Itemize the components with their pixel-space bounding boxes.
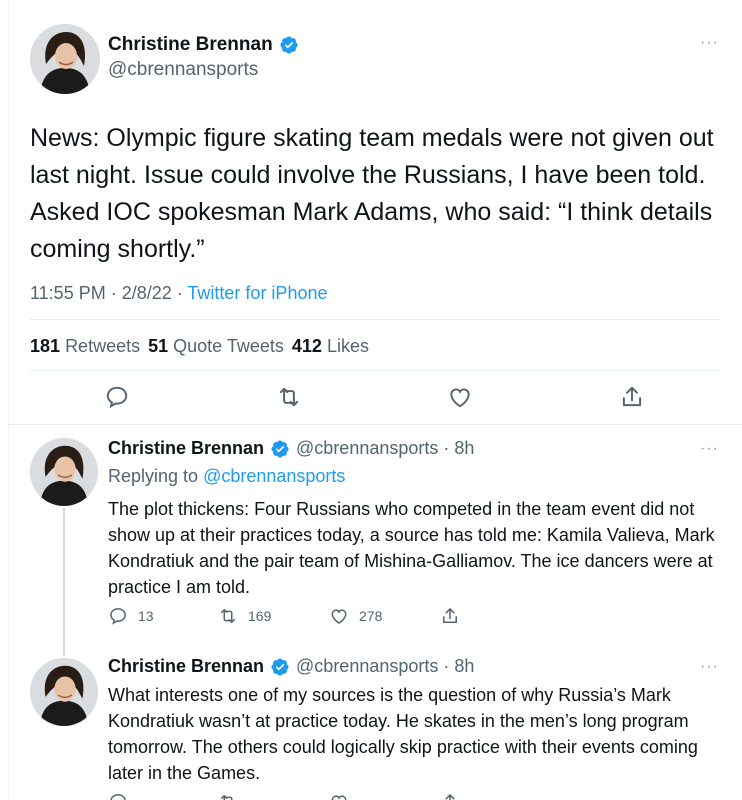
divider — [30, 370, 720, 371]
author-name[interactable]: Christine Brennan — [108, 656, 264, 677]
divider — [8, 424, 742, 425]
more-icon[interactable]: ··· — [700, 440, 719, 458]
thread-line — [63, 508, 65, 656]
tweet-stats: 181 Retweets 51 Quote Tweets 412 Likes — [30, 336, 369, 357]
retweet-icon[interactable] — [276, 384, 302, 410]
like-icon[interactable] — [329, 606, 349, 626]
retweet-icon[interactable] — [218, 606, 238, 626]
share-icon[interactable] — [619, 384, 645, 410]
tweet-text: What interests one of my sources is the … — [108, 685, 698, 783]
verified-badge-icon — [270, 439, 290, 459]
tweet-actions — [0, 384, 742, 414]
reply-action[interactable]: 13 — [108, 606, 154, 626]
quote-tweets-stat[interactable]: 51 Quote Tweets — [148, 336, 284, 357]
like-action[interactable]: 278 — [329, 606, 382, 626]
reply-icon[interactable] — [108, 792, 128, 800]
reply-count: 13 — [138, 608, 154, 624]
avatar[interactable] — [30, 658, 98, 726]
like-icon[interactable] — [447, 384, 473, 410]
reply-icon[interactable] — [104, 384, 130, 410]
retweet-icon[interactable] — [218, 792, 238, 800]
verified-badge-icon — [270, 657, 290, 677]
like-action[interactable] — [329, 792, 349, 800]
share-action[interactable] — [440, 606, 460, 626]
divider — [30, 319, 720, 320]
retweet-action[interactable] — [218, 792, 238, 800]
share-icon[interactable] — [440, 792, 460, 800]
like-count: 278 — [359, 608, 383, 624]
replying-to-link[interactable]: @cbrennansports — [203, 466, 345, 486]
share-action[interactable] — [440, 792, 460, 800]
replying-to: Replying to @cbrennansports — [108, 466, 346, 486]
reply-action[interactable] — [108, 792, 128, 800]
retweets-stat[interactable]: 181 Retweets — [30, 336, 140, 357]
author-handle-time[interactable]: @cbrennansports · 8h — [296, 438, 474, 459]
tweet-text: The plot thickens: Four Russians who com… — [108, 499, 715, 597]
likes-stat[interactable]: 412 Likes — [292, 336, 369, 357]
author-handle-time[interactable]: @cbrennansports · 8h — [296, 656, 474, 677]
like-icon[interactable] — [329, 792, 349, 800]
tweet-text: News: Olympic figure skating team medals… — [30, 124, 714, 263]
author-name[interactable]: Christine Brennan — [108, 438, 264, 459]
retweet-count: 169 — [248, 608, 272, 624]
retweet-action[interactable]: 169 — [218, 606, 271, 626]
more-icon[interactable]: ··· — [700, 34, 719, 52]
reply-icon[interactable] — [108, 606, 128, 626]
author-name[interactable]: Christine Brennan — [108, 34, 273, 56]
more-icon[interactable]: ··· — [700, 658, 719, 676]
verified-badge-icon — [279, 35, 299, 55]
author-handle[interactable]: @cbrennansports — [108, 59, 258, 81]
tweet-source-link[interactable]: Twitter for iPhone — [187, 283, 327, 303]
tweet-meta: 11:55 PM · 2/8/22 · Twitter for iPhone — [30, 283, 327, 304]
tweet-timestamp[interactable]: 11:55 PM · 2/8/22 · — [30, 283, 187, 303]
avatar[interactable] — [30, 438, 98, 506]
share-icon[interactable] — [440, 606, 460, 626]
avatar[interactable] — [30, 24, 100, 94]
main-tweet: Christine Brennan @cbrennansports ··· Ne… — [0, 0, 742, 424]
